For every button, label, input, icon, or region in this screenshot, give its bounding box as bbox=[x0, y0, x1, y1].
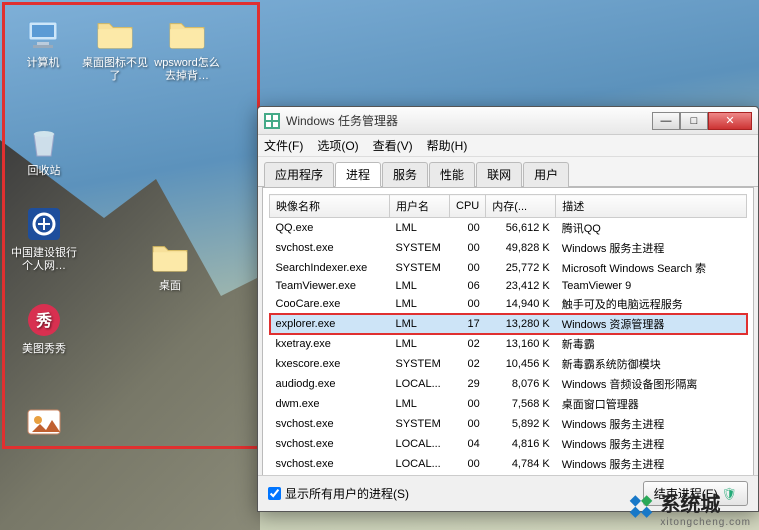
desktop-icon-meitu[interactable]: 秀 美图秀秀 bbox=[8, 298, 80, 358]
table-row[interactable]: TeamViewer.exeLML0623,412 KTeamViewer 9 bbox=[270, 278, 747, 294]
menubar: 文件(F) 选项(O) 查看(V) 帮助(H) bbox=[258, 135, 758, 157]
window-buttons: — □ ✕ bbox=[652, 112, 752, 130]
menu-options[interactable]: 选项(O) bbox=[317, 137, 358, 154]
col-memory[interactable]: 内存(... bbox=[486, 195, 556, 218]
tab-applications[interactable]: 应用程序 bbox=[264, 162, 334, 187]
tab-networking[interactable]: 联网 bbox=[476, 162, 522, 187]
table-row[interactable]: svchost.exeSYSTEM005,892 KWindows 服务主进程 bbox=[270, 414, 747, 434]
desktop-icon-column: 回收站 中国建设银行个人网… 秀 美图秀秀 桌面 bbox=[8, 120, 80, 447]
tab-performance[interactable]: 性能 bbox=[429, 162, 475, 187]
table-row[interactable]: dwm.exeLML007,568 K桌面窗口管理器 bbox=[270, 394, 747, 414]
col-user[interactable]: 用户名 bbox=[390, 195, 450, 218]
computer-icon bbox=[23, 14, 63, 54]
icon-label: 桌面图标不见了 bbox=[82, 57, 148, 83]
window-title: Windows 任务管理器 bbox=[286, 112, 652, 129]
menu-help[interactable]: 帮助(H) bbox=[427, 137, 468, 154]
titlebar[interactable]: Windows 任务管理器 — □ ✕ bbox=[258, 107, 758, 135]
table-row[interactable]: audiodg.exeLOCAL...298,076 KWindows 音频设备… bbox=[270, 374, 747, 394]
table-row[interactable]: explorer.exeLML1713,280 KWindows 资源管理器 bbox=[270, 314, 747, 334]
maximize-button[interactable]: □ bbox=[680, 112, 708, 130]
process-table: 映像名称 用户名 CPU 内存(... 描述 QQ.exeLML0056,612… bbox=[269, 194, 747, 491]
window-icon bbox=[264, 113, 280, 129]
desktop-icon-ccb[interactable]: 中国建设银行个人网… bbox=[8, 202, 80, 275]
table-row[interactable]: SearchIndexer.exeSYSTEM0025,772 KMicroso… bbox=[270, 258, 747, 278]
table-row[interactable]: kxetray.exeLML0213,160 K新毒霸 bbox=[270, 334, 747, 354]
table-row[interactable]: kxescore.exeSYSTEM0210,456 K新毒霸系统防御模块 bbox=[270, 354, 747, 374]
table-row[interactable]: QQ.exeLML0056,612 K腾讯QQ bbox=[270, 218, 747, 239]
table-row[interactable]: svchost.exeSYSTEM0049,828 KWindows 服务主进程 bbox=[270, 238, 747, 258]
col-image-name[interactable]: 映像名称 bbox=[270, 195, 390, 218]
desktop-icon-folder-2[interactable]: wpsword怎么去掉背… bbox=[152, 12, 222, 85]
icon-label: wpsword怎么去掉背… bbox=[154, 57, 220, 83]
desktop-icon-folder-1[interactable]: 桌面图标不见了 bbox=[80, 12, 150, 85]
task-manager-window: Windows 任务管理器 — □ ✕ 文件(F) 选项(O) 查看(V) 帮助… bbox=[257, 106, 759, 512]
tab-strip: 应用程序 进程 服务 性能 联网 用户 bbox=[258, 157, 758, 187]
tab-services[interactable]: 服务 bbox=[382, 162, 428, 187]
table-row[interactable]: CooCare.exeLML0014,940 K触手可及的电脑远程服务 bbox=[270, 294, 747, 314]
checkbox-input[interactable] bbox=[268, 487, 281, 500]
folder-icon bbox=[95, 14, 135, 54]
table-row[interactable]: svchost.exeLOCAL...044,816 KWindows 服务主进… bbox=[270, 434, 747, 454]
tab-processes[interactable]: 进程 bbox=[335, 162, 381, 187]
col-cpu[interactable]: CPU bbox=[450, 195, 486, 218]
app-icon: 秀 bbox=[24, 300, 64, 340]
app-icon bbox=[24, 402, 64, 442]
show-all-users-checkbox[interactable]: 显示所有用户的进程(S) bbox=[268, 485, 409, 502]
desktop-icon-recycle[interactable]: 回收站 bbox=[8, 120, 80, 180]
icon-label: 桌面 bbox=[159, 280, 181, 293]
minimize-button[interactable]: — bbox=[652, 112, 680, 130]
brand-name: 系统城 bbox=[660, 488, 751, 517]
process-list: 映像名称 用户名 CPU 内存(... 描述 QQ.exeLML0056,612… bbox=[262, 187, 754, 491]
icon-label: 中国建设银行个人网… bbox=[10, 247, 78, 273]
table-row[interactable]: svchost.exeLOCAL...004,784 KWindows 服务主进… bbox=[270, 454, 747, 474]
app-icon bbox=[24, 204, 64, 244]
tab-users[interactable]: 用户 bbox=[523, 162, 569, 187]
desktop-icon-folder-desktop[interactable]: 桌面 bbox=[148, 235, 192, 295]
brand-logo-icon bbox=[628, 495, 654, 521]
brand-sub: xitongcheng.com bbox=[660, 517, 751, 528]
icon-label: 回收站 bbox=[28, 165, 61, 178]
desktop-icon-computer[interactable]: 计算机 bbox=[8, 12, 78, 85]
menu-file[interactable]: 文件(F) bbox=[264, 137, 303, 154]
svg-text:秀: 秀 bbox=[35, 311, 52, 330]
icon-label: 美图秀秀 bbox=[22, 343, 66, 356]
watermark: 系统城 xitongcheng.com bbox=[628, 488, 751, 528]
desktop-icon-pic[interactable] bbox=[8, 400, 80, 447]
close-button[interactable]: ✕ bbox=[708, 112, 752, 130]
col-description[interactable]: 描述 bbox=[556, 195, 747, 218]
folder-icon bbox=[150, 237, 190, 277]
icon-label: 计算机 bbox=[27, 57, 60, 70]
menu-view[interactable]: 查看(V) bbox=[373, 137, 413, 154]
checkbox-label: 显示所有用户的进程(S) bbox=[285, 485, 409, 502]
folder-icon bbox=[167, 14, 207, 54]
recycle-icon bbox=[24, 122, 64, 162]
desktop-icon-row: 计算机 桌面图标不见了 wpsword怎么去掉背… bbox=[8, 12, 222, 85]
